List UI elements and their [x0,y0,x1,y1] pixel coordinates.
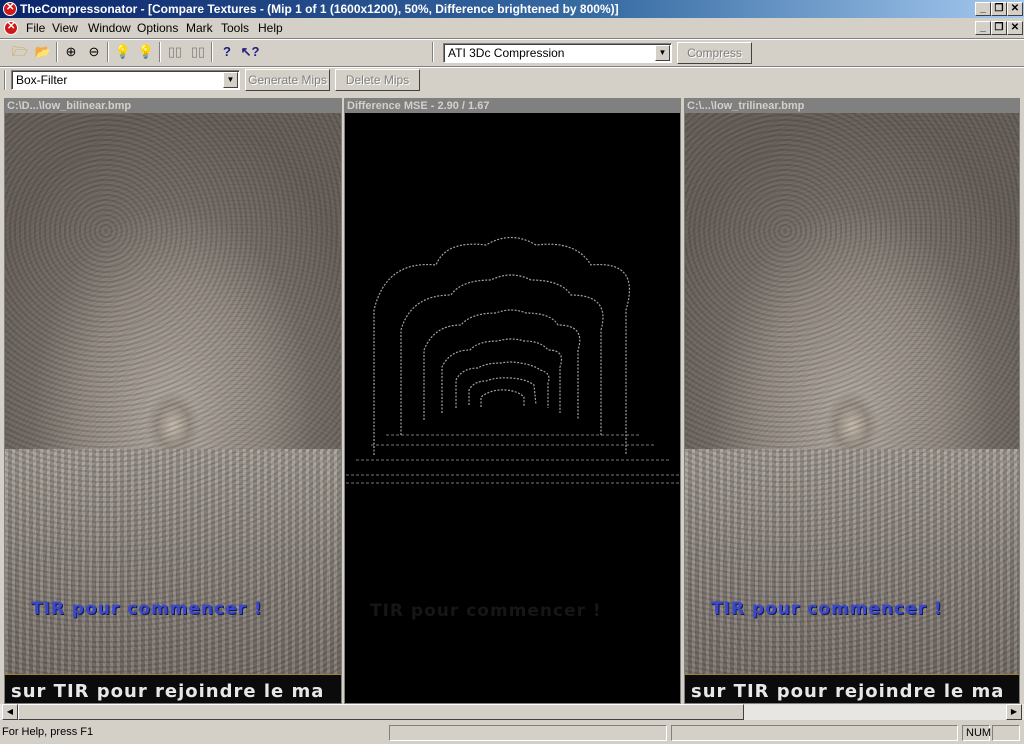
right-marquee-text: sur TIR pour rejoindre le ma [691,681,1005,702]
title-bar: TheCompressonator - [Compare Textures - … [0,0,1024,18]
right-game-message: TIR pour commencer ! [711,599,943,619]
document-icon[interactable] [4,21,18,35]
right-texture-image: TIR pour commencer ! sur TIR pour rejoin… [685,113,1019,703]
mip-toolbar: Box-Filter ▼ Generate Mips Delete Mips [0,68,1024,94]
difference-pane[interactable]: Difference MSE - 2.90 / 1.67 TIR pour co… [344,98,681,704]
toolbar-separator [107,42,109,62]
mip-compare-icon[interactable]: ▯▯ [188,42,208,62]
difference-pane-title: Difference MSE - 2.90 / 1.67 [345,99,680,113]
right-marquee-bar: sur TIR pour rejoindre le ma [685,674,1019,703]
open-file-icon[interactable]: 📂 [33,42,53,62]
toolbar-separator [56,42,58,62]
main-toolbar: 🗁 📂 ⊕ ⊖ 💡 💡 ▯▯ ▯▯ ? ↖? ATI 3Dc Compressi… [0,40,1024,66]
toolbar-separator [211,42,213,62]
compression-select-value: ATI 3Dc Compression [448,46,565,60]
menu-tools[interactable]: Tools [221,21,249,35]
left-marquee-text: sur TIR pour rejoindre le ma [11,681,325,702]
context-help-icon[interactable]: ↖? [240,42,260,62]
minimize-icon[interactable]: _ [975,2,991,16]
menu-options[interactable]: Options [137,21,178,35]
menu-bar: File View Window Options Mark Tools Help… [0,18,1024,38]
chevron-down-icon[interactable]: ▼ [223,72,238,88]
difference-game-message: TIR pour commencer ! [370,601,602,621]
generate-mips-button[interactable]: Generate Mips [245,69,330,91]
doc-minimize-icon[interactable]: _ [975,21,991,35]
filter-select[interactable]: Box-Filter ▼ [11,70,240,90]
status-help-text: For Help, press F1 [2,726,94,738]
bulb-off-icon[interactable]: 💡 [136,42,156,62]
right-texture-pane[interactable]: C:\...\low_trilinear.bmp TIR pour commen… [684,98,1020,704]
compress-button[interactable]: Compress [677,42,752,64]
scroll-right-icon[interactable]: ▶ [1006,704,1022,720]
menu-mark[interactable]: Mark [186,21,213,35]
help-icon[interactable]: ? [217,42,237,62]
doc-restore-icon[interactable]: ❐ [991,21,1007,35]
toolbar-separator [159,42,161,62]
mip-view-icon[interactable]: ▯▯ [165,42,185,62]
window-title: TheCompressonator - [Compare Textures - … [20,2,619,16]
menu-window[interactable]: Window [88,21,131,35]
right-pane-title: C:\...\low_trilinear.bmp [685,99,1019,113]
scrollbar-thumb[interactable] [18,704,744,720]
left-game-message: TIR pour commencer ! [31,599,263,619]
doc-close-icon[interactable]: ✕ [1007,21,1023,35]
compression-select[interactable]: ATI 3Dc Compression ▼ [443,43,672,63]
left-marquee-bar: sur TIR pour rejoindre le ma [5,674,341,703]
menu-file[interactable]: File [26,21,45,35]
difference-image: TIR pour commencer ! [346,115,679,701]
app-logo-icon[interactable] [3,2,17,16]
horizontal-scrollbar[interactable]: ◀ ▶ [0,704,1024,720]
menu-view[interactable]: View [52,21,78,35]
left-texture-pane[interactable]: C:\D...\low_bilinear.bmp TIR pour commen… [4,98,342,704]
delete-mips-button[interactable]: Delete Mips [335,69,420,91]
num-lock-indicator: NUM [962,725,991,741]
status-panel-1 [389,725,667,741]
status-bar: For Help, press F1 NUM [0,722,1024,744]
close-icon[interactable]: ✕ [1007,2,1023,16]
bulb-on-icon[interactable]: 💡 [113,42,133,62]
open-folder-icon[interactable]: 🗁 [10,42,30,62]
status-panel-scroll [992,725,1020,741]
filter-select-value: Box-Filter [16,73,68,87]
chevron-down-icon[interactable]: ▼ [655,45,670,61]
status-panel-2 [671,725,958,741]
toolbar-separator [432,42,434,62]
restore-icon[interactable]: ❐ [991,2,1007,16]
left-pane-title: C:\D...\low_bilinear.bmp [5,99,341,113]
scroll-left-icon[interactable]: ◀ [2,704,18,720]
toolbar-grip [4,70,6,90]
left-texture-image: TIR pour commencer ! sur TIR pour rejoin… [5,113,341,703]
menu-help[interactable]: Help [258,21,283,35]
zoom-in-icon[interactable]: ⊕ [61,42,81,62]
zoom-out-icon[interactable]: ⊖ [84,42,104,62]
